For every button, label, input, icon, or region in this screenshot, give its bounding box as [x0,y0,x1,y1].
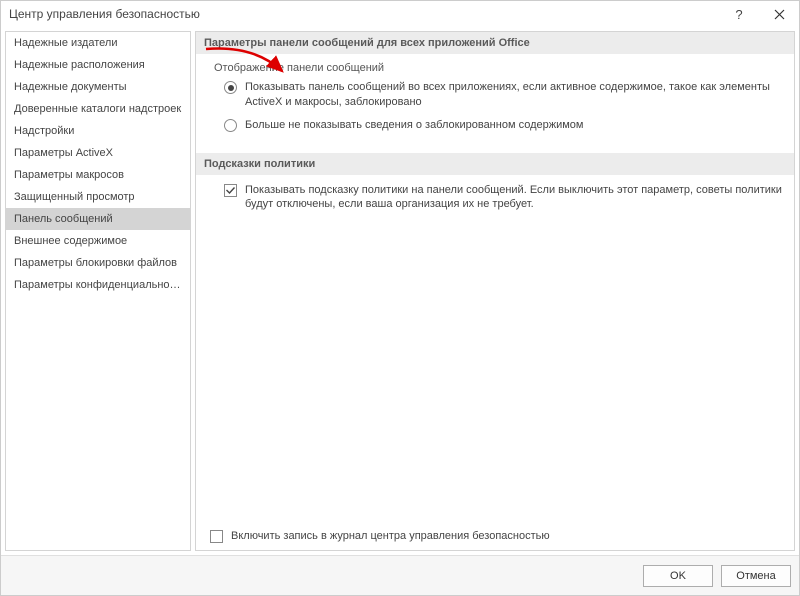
sidebar-item-file-block[interactable]: Параметры блокировки файлов [6,252,190,274]
radio-icon [224,81,237,94]
checkbox-show-policy-tip-label: Показывать подсказку политики на панели … [245,183,782,213]
dialog-footer: OK Отмена [1,555,799,595]
sidebar-item-message-bar[interactable]: Панель сообщений [6,208,190,230]
help-button[interactable]: ? [719,1,759,27]
sidebar-item-macro-settings[interactable]: Параметры макросов [6,164,190,186]
checkbox-show-policy-tip[interactable]: Показывать подсказку политики на панели … [214,183,782,213]
sidebar-item-protected-view[interactable]: Защищенный просмотр [6,186,190,208]
sidebar-item-external-content[interactable]: Внешнее содержимое [6,230,190,252]
radio-show-message-bar-label: Показывать панель сообщений во всех прил… [245,80,782,110]
checkbox-enable-logging-label: Включить запись в журнал центра управлен… [231,529,550,544]
titlebar: Центр управления безопасностью ? [1,1,799,27]
main-panel: Параметры панели сообщений для всех прил… [195,31,795,551]
sidebar-item-trusted-documents[interactable]: Надежные документы [6,76,190,98]
sidebar-item-trusted-locations[interactable]: Надежные расположения [6,54,190,76]
section-header-policy-tips: Подсказки политики [196,153,794,175]
ok-button[interactable]: OK [643,565,713,587]
section-header-message-bar: Параметры панели сообщений для всех прил… [196,32,794,54]
sidebar-item-trusted-addin-catalogs[interactable]: Доверенные каталоги надстроек [6,98,190,120]
radio-show-message-bar[interactable]: Показывать панель сообщений во всех прил… [214,80,782,110]
cancel-button[interactable]: Отмена [721,565,791,587]
radio-never-show[interactable]: Больше не показывать сведения о заблокир… [214,118,782,133]
close-icon [774,9,785,20]
sidebar-item-addins[interactable]: Надстройки [6,120,190,142]
subhead-display-message-bar: Отображение панели сообщений [214,62,782,74]
sidebar-item-privacy[interactable]: Параметры конфиденциальности [6,274,190,296]
sidebar-item-activex[interactable]: Параметры ActiveX [6,142,190,164]
radio-icon [224,119,237,132]
sidebar: Надежные издатели Надежные расположения … [5,31,191,551]
checkbox-icon [224,184,237,197]
dialog-title: Центр управления безопасностью [9,7,200,21]
close-button[interactable] [759,1,799,27]
checkbox-icon [210,530,223,543]
checkbox-enable-logging[interactable]: Включить запись в журнал центра управлен… [210,529,550,544]
sidebar-item-trusted-publishers[interactable]: Надежные издатели [6,32,190,54]
radio-never-show-label: Больше не показывать сведения о заблокир… [245,118,782,133]
